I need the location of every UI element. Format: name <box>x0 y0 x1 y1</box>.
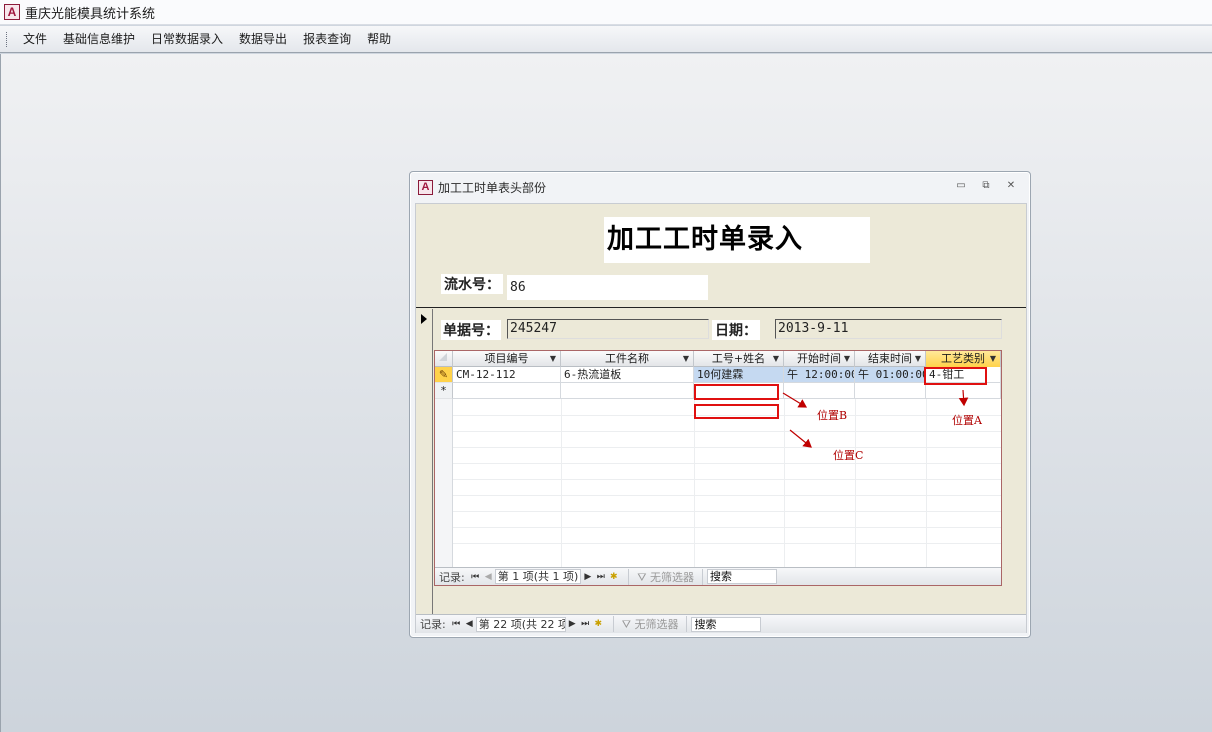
new-cell-part-name[interactable] <box>561 383 694 399</box>
menu-report-query[interactable]: 报表查询 <box>295 26 359 53</box>
dropdown-arrow-icon[interactable]: ▼ <box>915 351 921 367</box>
last-record-icon[interactable]: ⏭ <box>594 572 607 582</box>
filter-icon: ⛛ <box>621 618 635 631</box>
date-field[interactable]: 2013-9-11 <box>775 319 1002 339</box>
new-cell-end-time[interactable] <box>855 383 926 399</box>
menu-basic-info[interactable]: 基础信息维护 <box>55 26 143 53</box>
form-title: 加工工时单表头部份 <box>438 180 547 195</box>
toolbar-grip-icon[interactable] <box>6 31 9 47</box>
last-record-icon[interactable]: ⏭ <box>579 619 592 629</box>
col-header-end-time[interactable]: 结束时间 ▼ <box>855 351 926 367</box>
restore-icon[interactable]: ⧉ <box>979 180 993 192</box>
subform-record-navigator: 记录: ⏮ ◀ 第 1 项(共 1 项) ▶ ⏭ ✱ ⛛ 无筛选器 搜索 <box>435 567 1001 585</box>
close-icon[interactable]: ✕ <box>1004 180 1018 192</box>
search-input[interactable]: 搜索 <box>691 616 762 632</box>
annotation-label-b: 位置B <box>817 409 848 422</box>
col-label: 工艺类别 <box>941 352 985 365</box>
grid-line <box>453 511 1001 512</box>
next-record-icon[interactable]: ▶ <box>581 572 594 582</box>
serial-field[interactable]: 86 <box>507 275 708 300</box>
grid-line <box>453 543 1001 544</box>
grid-line <box>453 447 1001 448</box>
cell-end-time[interactable]: 午 01:00:00 <box>855 367 926 383</box>
col-header-start-time[interactable]: 开始时间 ▼ <box>784 351 855 367</box>
annotation-box-c <box>694 404 779 419</box>
first-record-icon[interactable]: ⏮ <box>450 619 463 629</box>
search-input[interactable]: 搜索 <box>707 569 778 584</box>
cell-start-time[interactable]: 午 12:00:00 <box>784 367 855 383</box>
prev-record-icon[interactable]: ◀ <box>482 572 495 582</box>
menu-data-export[interactable]: 数据导出 <box>231 26 295 53</box>
dropdown-arrow-icon[interactable]: ▼ <box>550 351 556 367</box>
dropdown-arrow-icon[interactable]: ▼ <box>990 351 996 367</box>
col-header-worker[interactable]: 工号+姓名 ▼ <box>694 351 784 367</box>
col-label: 工件名称 <box>605 352 649 365</box>
current-record-arrow-icon <box>421 314 427 324</box>
select-all-corner[interactable] <box>435 351 453 367</box>
new-record-icon[interactable]: ✱ <box>607 572 620 582</box>
form-titlebar[interactable]: A 加工工时单表头部份 ▭ ⧉ ✕ <box>410 172 1030 202</box>
annotation-box-a <box>924 367 987 385</box>
prev-record-icon[interactable]: ◀ <box>463 619 476 629</box>
grid-line <box>453 495 1001 496</box>
record-position-field[interactable]: 第 1 项(共 1 项) <box>494 569 582 584</box>
form-header-section: 加工工时单录入 流水号： 86 <box>416 204 1026 308</box>
main-record-navigator: 记录: ⏮ ◀ 第 22 项(共 22 项 ▶ ⏭ ✱ ⛛ 无筛选器 搜索 <box>416 614 1026 633</box>
col-label: 开始时间 <box>797 352 841 365</box>
dropdown-arrow-icon[interactable]: ▼ <box>773 351 779 367</box>
record-position-field[interactable]: 第 22 项(共 22 项 <box>475 616 566 632</box>
col-header-project-no[interactable]: 项目编号 ▼ <box>453 351 561 367</box>
grid-line <box>453 479 1001 480</box>
form-heading: 加工工时单录入 <box>604 217 870 263</box>
minimize-icon[interactable]: ▭ <box>954 180 968 192</box>
annotation-label-a: 位置A <box>952 414 982 427</box>
col-header-part-name[interactable]: 工件名称 ▼ <box>561 351 694 367</box>
row-edit-pencil-icon[interactable]: ✎ <box>435 367 453 383</box>
first-record-icon[interactable]: ⏮ <box>469 572 482 582</box>
grid-line <box>453 431 1001 432</box>
grid-line <box>453 463 1001 464</box>
new-record-icon[interactable]: ✱ <box>592 619 605 629</box>
serial-label: 流水号： <box>441 274 503 294</box>
col-label: 项目编号 <box>484 352 529 365</box>
col-header-process-type[interactable]: 工艺类别 ▼ <box>926 351 1001 367</box>
menu-daily-entry[interactable]: 日常数据录入 <box>143 26 231 53</box>
filter-icon: ⛛ <box>637 570 651 584</box>
doc-number-label: 单据号： <box>441 320 501 340</box>
grid-line <box>453 527 1001 528</box>
app-title: 重庆光能模具统计系统 <box>25 6 156 22</box>
doc-number-field[interactable]: 245247 <box>507 319 709 339</box>
col-label: 工号+姓名 <box>711 352 766 365</box>
nav-label: 记录: <box>420 618 446 631</box>
col-label: 结束时间 <box>868 352 912 365</box>
no-filter-button[interactable]: ⛛ 无筛选器 <box>628 568 704 585</box>
menu-bar: 文件 基础信息维护 日常数据录入 数据导出 报表查询 帮助 <box>0 26 1212 53</box>
dropdown-arrow-icon[interactable]: ▼ <box>683 351 689 367</box>
new-cell-start-time[interactable] <box>784 383 855 399</box>
cell-project-no[interactable]: CM-12-112 <box>453 367 561 383</box>
new-cell-process-type[interactable] <box>926 383 1001 399</box>
record-selector[interactable] <box>416 309 433 614</box>
annotation-box-b <box>694 384 779 400</box>
menu-file[interactable]: 文件 <box>15 26 55 53</box>
datasheet-header: 项目编号 ▼ 工件名称 ▼ 工号+姓名 ▼ 开始时间 ▼ 结束时间 ▼ 工艺类别 ▼ <box>435 351 1001 367</box>
no-filter-button[interactable]: ⛛ 无筛选器 <box>612 616 688 632</box>
menu-help[interactable]: 帮助 <box>359 26 399 53</box>
next-record-icon[interactable]: ▶ <box>566 619 579 629</box>
filter-label: 无筛选器 <box>634 618 679 631</box>
cell-worker[interactable]: 10何建霖 <box>694 367 784 383</box>
nav-label: 记录: <box>439 570 465 584</box>
date-label: 日期： <box>712 320 760 340</box>
app-titlebar: A 重庆光能模具统计系统 <box>0 0 1212 25</box>
new-cell-project-no[interactable] <box>453 383 561 399</box>
filter-label: 无筛选器 <box>650 570 695 584</box>
form-logo-icon: A <box>418 179 433 195</box>
access-logo-icon: A <box>4 4 20 20</box>
dropdown-arrow-icon[interactable]: ▼ <box>844 351 850 367</box>
cell-part-name[interactable]: 6-热流道板 <box>561 367 694 383</box>
window-controls: ▭ ⧉ ✕ <box>954 180 1018 192</box>
new-record-star-icon[interactable]: * <box>435 383 453 399</box>
empty-row-band <box>435 399 453 569</box>
annotation-label-c: 位置C <box>833 449 864 462</box>
